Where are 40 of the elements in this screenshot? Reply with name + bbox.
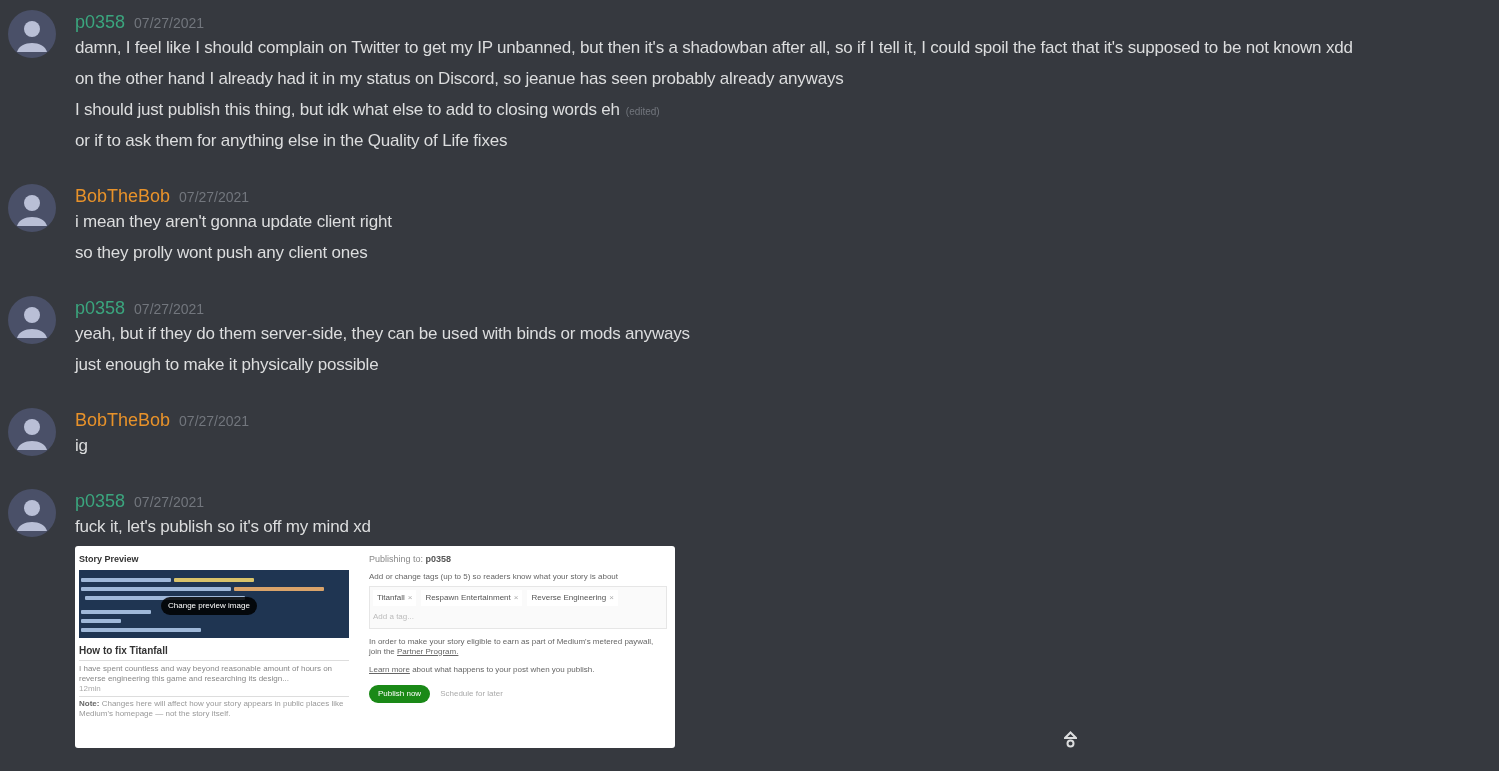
story-excerpt: I have spent countless and way beyond reasonable amount of hours on reverse engineering this game and researching its design... [79, 663, 334, 684]
tag-label: Respawn Entertainment [425, 591, 511, 604]
remove-tag-icon[interactable]: × [407, 591, 413, 604]
tags-hint: Add or change tags (up to 5) so readers know what your story is about [369, 571, 620, 582]
message-text: I should just publish this thing, but idk what else to add to closing words eh [75, 99, 620, 121]
timestamp: 07/27/2021 [134, 14, 205, 33]
username[interactable]: p0358 [75, 296, 126, 320]
remove-tag-icon[interactable]: × [513, 591, 519, 604]
learn-more-link[interactable]: Learn more [369, 664, 410, 674]
message-text: ig [75, 435, 88, 457]
partner-link[interactable]: Partner Program. [397, 646, 459, 656]
publish-button[interactable]: Publish now [369, 684, 431, 703]
username[interactable]: p0358 [75, 489, 126, 513]
tag-label: Titanfall [377, 591, 405, 604]
timestamp: 07/27/2021 [179, 188, 250, 207]
timestamp: 07/27/2021 [134, 493, 205, 512]
note-text: Note: Changes here will affect how your story appears in public places like Medium's homepage — not the story itself. [79, 698, 345, 719]
timestamp: 07/27/2021 [134, 300, 205, 319]
timestamp: 07/27/2021 [179, 412, 250, 431]
edited-label: (edited) [625, 105, 660, 119]
message-text: or if to ask them for anything else in the Quality of Life fixes [75, 130, 508, 152]
username[interactable]: BobTheBob [75, 408, 171, 432]
story-title: How to fix Titanfall [79, 642, 349, 661]
message-text: fuck it, let's publish so it's off my mind xd [75, 516, 371, 538]
schedule-button[interactable]: Schedule for later [440, 687, 503, 700]
publishing-label: Publishing to: p0358 [369, 553, 453, 566]
message-text: just enough to make it physically possible [75, 354, 379, 376]
message-text: i mean they aren't gonna update client right [75, 211, 392, 233]
learn-more-text: Learn more about what happens to your post when you publish. [369, 664, 596, 675]
read-time: 12min [79, 683, 349, 697]
message-text: on the other hand I already had it in my status on Discord, so jeanue has seen probably already anyways [75, 68, 844, 90]
partner-text: In order to make your story eligible to earn as part of Medium's metered paywall, join the Partner Program. [369, 636, 655, 657]
message-text: yeah, but if they do them server-side, they can be used with binds or mods anyways [75, 323, 690, 345]
message-text: so they prolly wont push any client ones [75, 242, 368, 264]
username[interactable]: BobTheBob [75, 184, 171, 208]
remove-tag-icon[interactable]: × [609, 591, 614, 604]
panel-title: Story Preview [79, 553, 140, 566]
username[interactable]: p0358 [75, 10, 126, 34]
message-text: damn, I feel like I should complain on Twitter to get my IP unbanned, but then it's a shadowban after all, so if I tell it, I could spoil the fact that it's supposed to be not known xdd [75, 37, 1353, 59]
tag-label: Reverse Engineering [531, 591, 607, 604]
